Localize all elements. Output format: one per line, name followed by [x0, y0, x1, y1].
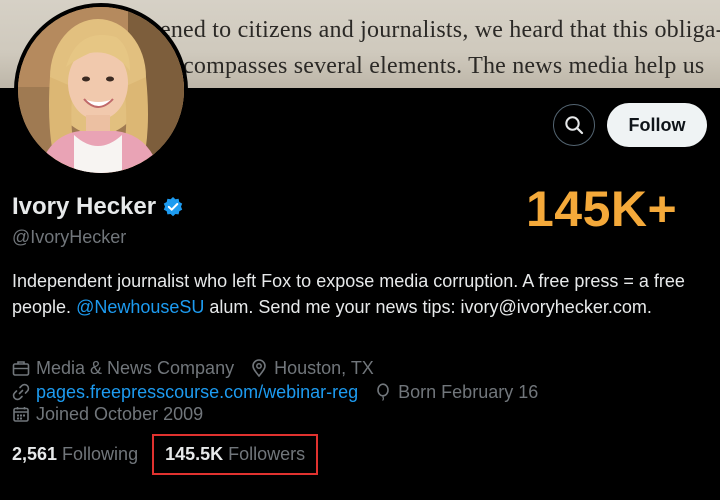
- profile-birthday-text: Born February 16: [398, 381, 539, 402]
- followers-count: 145.5K: [165, 443, 224, 464]
- search-button[interactable]: [553, 104, 595, 146]
- following-count: 2,561: [12, 443, 58, 464]
- bio-text: alum. Send me your news tips: ivory@ivor…: [204, 297, 652, 317]
- search-icon: [565, 116, 584, 135]
- bio-mention-link[interactable]: @NewhouseSU: [76, 297, 204, 317]
- followers-label: Followers: [228, 443, 306, 464]
- followers-stat[interactable]: 145.5K Followers: [152, 433, 319, 475]
- profile-birthday: Born February 16: [374, 382, 538, 403]
- following-label: Following: [62, 443, 139, 464]
- banner-text-line: ened to citizens and journalists, we hea…: [160, 17, 720, 43]
- display-name: Ivory Hecker: [12, 193, 184, 221]
- website-link[interactable]: pages.freepresscourse.com/webinar-reg: [36, 382, 358, 403]
- profile-bio: Independent journalist who left Fox to e…: [12, 268, 702, 320]
- balloon-icon: [377, 383, 389, 401]
- profile-location: Houston, TX: [250, 358, 374, 379]
- link-icon: [12, 383, 30, 401]
- verified-badge-icon[interactable]: [162, 196, 184, 218]
- profile-website[interactable]: pages.freepresscourse.com/webinar-reg: [12, 382, 358, 403]
- briefcase-icon: [12, 361, 30, 376]
- profile-joined-text: Joined October 2009: [36, 403, 204, 424]
- profile-stats: 2,561 Following 145.5K Followers: [12, 433, 319, 475]
- profile-meta-row: pages.freepresscourse.com/webinar-reg Bo…: [12, 380, 554, 404]
- avatar-photo: [18, 7, 184, 173]
- display-name-text: Ivory Hecker: [12, 193, 157, 220]
- followers-promo-overlay: 145K+: [526, 181, 678, 237]
- calendar-icon: [13, 407, 29, 422]
- profile-handle: @IvoryHecker: [12, 227, 127, 247]
- avatar[interactable]: [14, 3, 188, 177]
- follow-button[interactable]: Follow: [607, 103, 707, 147]
- profile-meta-row: Joined October 2009: [12, 402, 219, 426]
- profile-category-text: Media & News Company: [36, 357, 235, 378]
- following-stat[interactable]: 2,561 Following: [12, 444, 138, 465]
- location-pin-icon: [252, 359, 266, 377]
- profile-meta-row: Media & News Company Houston, TX: [12, 356, 390, 380]
- banner-text-line: encompasses several elements. The news m…: [160, 53, 705, 79]
- profile-location-text: Houston, TX: [274, 357, 374, 378]
- profile-page: ened to citizens and journalists, we hea…: [0, 0, 720, 500]
- profile-category: Media & News Company: [12, 358, 234, 379]
- profile-joined: Joined October 2009: [12, 404, 203, 425]
